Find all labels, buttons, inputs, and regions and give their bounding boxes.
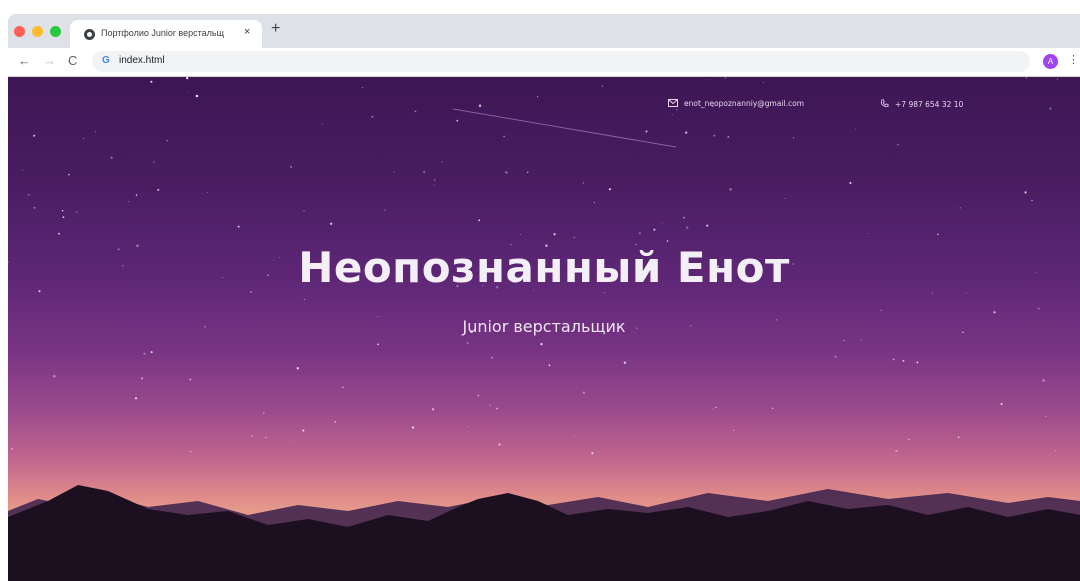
email-contact[interactable]: enot_neopoznanniy@gmail.com <box>668 99 804 108</box>
hero-section: enot_neopoznanniy@gmail.com +7 987 654 3… <box>8 77 1080 581</box>
tab-close-icon[interactable]: × <box>244 26 250 38</box>
maximize-window-button[interactable] <box>50 26 61 37</box>
google-icon: G <box>102 55 110 66</box>
phone-icon <box>880 99 889 107</box>
reload-icon[interactable]: C <box>68 53 77 69</box>
contacts-bar: enot_neopoznanniy@gmail.com +7 987 654 3… <box>8 99 1080 113</box>
minimize-window-button[interactable] <box>32 26 43 37</box>
email-text: enot_neopoznanniy@gmail.com <box>684 99 804 108</box>
tab-strip: Портфолио Junior верстальщ × + <box>8 14 1080 48</box>
browser-toolbar: ← → C G index.html A ⋮ <box>8 48 1080 77</box>
back-arrow-icon[interactable]: ← <box>18 53 31 69</box>
phone-contact[interactable]: +7 987 654 32 10 <box>880 99 963 109</box>
globe-icon <box>84 29 95 40</box>
url-text[interactable]: index.html <box>119 55 165 66</box>
phone-text: +7 987 654 32 10 <box>895 100 964 109</box>
profile-avatar[interactable]: A <box>1043 54 1058 69</box>
address-bar[interactable]: G index.html <box>92 51 1030 72</box>
hero-title: Неопознанный Енот <box>298 243 790 292</box>
hero-subtitle: Junior верстальщик <box>462 317 626 336</box>
mail-icon <box>668 99 678 107</box>
tab-active[interactable]: Портфолио Junior верстальщ × <box>70 20 262 48</box>
tab-title: Портфолио Junior верстальщ <box>101 28 224 38</box>
new-tab-button[interactable]: + <box>271 21 280 37</box>
browser-window: Портфолио Junior верстальщ × + ← → C G i… <box>8 14 1080 581</box>
close-window-button[interactable] <box>14 26 25 37</box>
forward-arrow-icon[interactable]: → <box>43 53 56 69</box>
mountain-silhouette <box>8 485 1080 581</box>
menu-dots-icon[interactable]: ⋮ <box>1068 53 1079 66</box>
